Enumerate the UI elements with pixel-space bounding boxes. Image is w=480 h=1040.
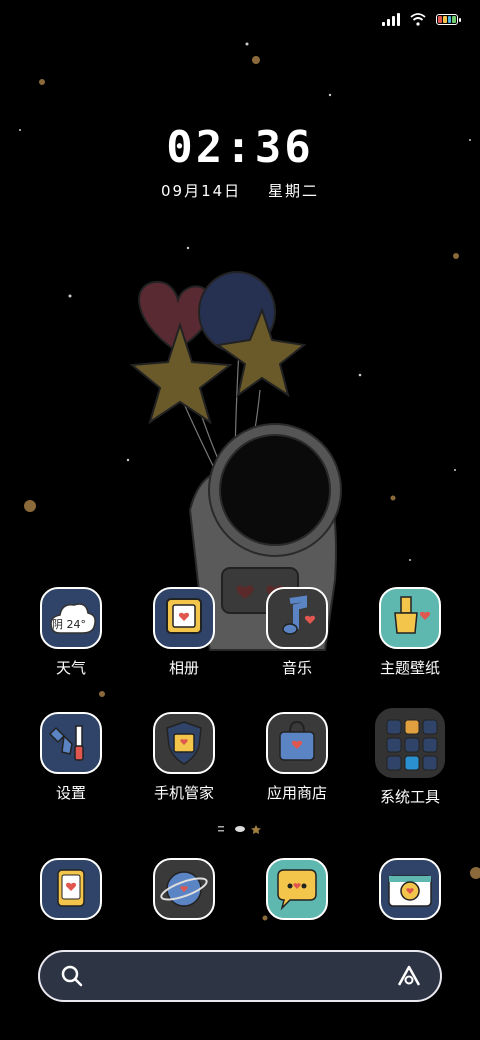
search-bar[interactable] [38,950,442,1002]
clock-date: 09月14日 星期二 [0,180,480,201]
app-label: 系统工具 [379,788,440,806]
app-store[interactable]: 应用商店 [242,712,352,803]
search-icon[interactable] [60,964,84,988]
messages-icon [266,858,328,920]
app-label: 手机管家 [153,784,214,802]
music-icon [266,587,328,649]
app-store-icon [266,712,328,774]
battery-icon [436,13,461,25]
gallery-icon [153,587,215,649]
dock-camera[interactable] [355,858,465,920]
app-weather[interactable]: 阴 24° 天气 [16,587,126,678]
app-security[interactable]: 手机管家 [129,712,239,803]
wifi-icon [410,12,426,26]
browser-icon [153,858,215,920]
app-theme-wallpaper[interactable]: 主题壁纸 [355,587,465,678]
assistant-icon[interactable] [396,964,422,988]
folder-icon [375,708,445,778]
app-label: 主题壁纸 [379,659,440,677]
settings-icon [40,712,102,774]
app-label: 音乐 [281,659,312,677]
dock-browser[interactable] [129,858,239,920]
app-label: 天气 [55,659,86,677]
app-gallery[interactable]: 相册 [129,587,239,678]
app-label: 设置 [55,784,86,802]
camera-icon [379,858,441,920]
weather-icon: 阴 24° [40,587,102,649]
app-music[interactable]: 音乐 [242,587,352,678]
app-label: 应用商店 [266,784,327,802]
dock-phone[interactable] [16,858,126,920]
signal-icon [382,12,400,26]
clock-time: 02:36 [166,122,314,173]
app-label: 相册 [168,659,199,677]
status-bar [0,0,480,40]
weather-badge: 阴 24° [52,618,86,631]
app-settings[interactable]: 设置 [16,712,126,803]
app-folder-system-tools[interactable]: 系统工具 [355,708,465,807]
security-icon [153,712,215,774]
weekday-text: 星期二 [267,182,319,200]
page-indicator [0,823,480,838]
phone-icon [40,858,102,920]
theme-wallpaper-icon [379,587,441,649]
dock-messages[interactable] [242,858,352,920]
date-text: 09月14日 [161,182,242,200]
